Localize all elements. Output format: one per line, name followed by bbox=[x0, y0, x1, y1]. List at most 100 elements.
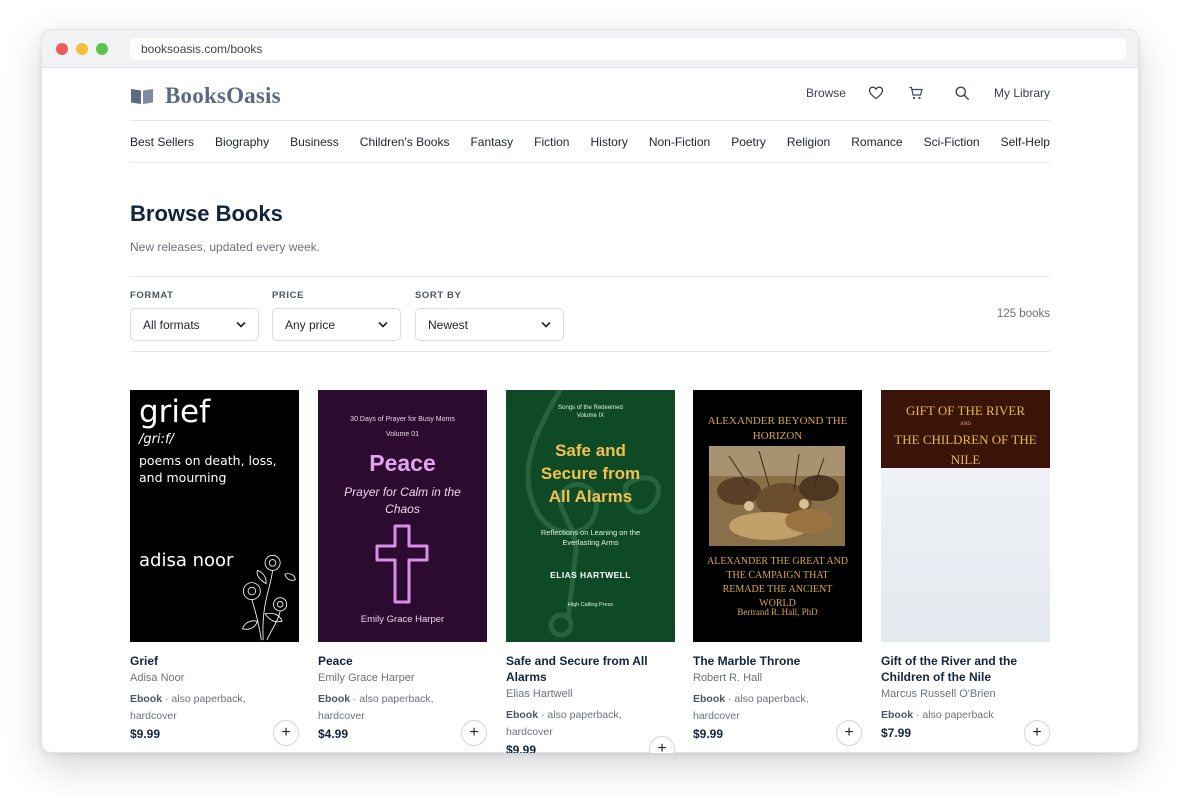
category-history[interactable]: History bbox=[590, 135, 627, 149]
brand-name: BooksOasis bbox=[165, 83, 281, 108]
battle-painting-image bbox=[709, 446, 845, 546]
price-filter: PRICE Any price bbox=[272, 290, 401, 341]
add-to-cart-button[interactable]: + bbox=[649, 736, 675, 753]
cover-author: Emily Grace Harper bbox=[360, 614, 445, 625]
maximize-window-button[interactable] bbox=[96, 43, 108, 55]
cart-icon[interactable] bbox=[908, 85, 924, 101]
sort-select-value: Newest bbox=[428, 317, 469, 332]
cover-title: Peace bbox=[369, 450, 436, 476]
cover-phonetic: /gri:f/ bbox=[139, 432, 174, 447]
book-title[interactable]: The Marble Throne bbox=[693, 653, 862, 669]
cover-title: Safe and Secure from All Alarms bbox=[540, 441, 641, 506]
category-poetry[interactable]: Poetry bbox=[731, 135, 766, 149]
search-icon[interactable] bbox=[954, 85, 970, 101]
chevron-down-icon bbox=[378, 321, 388, 328]
category-romance[interactable]: Romance bbox=[851, 135, 902, 149]
category-childrens-books[interactable]: Children's Books bbox=[360, 135, 450, 149]
format-filter-label: FORMAT bbox=[130, 290, 174, 301]
cover-and: AND bbox=[960, 422, 971, 427]
cover-author: Bertrand R. Hall, PhD bbox=[737, 607, 818, 617]
cover-subtitle: THE CHILDREN OF THE NILE bbox=[894, 432, 1037, 467]
book-format: Ebook · also paperback, hardcover bbox=[130, 691, 260, 725]
category-business[interactable]: Business bbox=[290, 135, 339, 149]
book-author[interactable]: Adisa Noor bbox=[130, 672, 299, 684]
cross-icon bbox=[375, 524, 429, 604]
book-card[interactable]: Songs of the Redeemed Volume IX Safe and… bbox=[506, 390, 675, 753]
book-card[interactable]: grief /gri:f/ poems on death, loss, and … bbox=[130, 390, 299, 746]
cover-title: ALEXANDER BEYOND THE HORIZON bbox=[707, 415, 848, 442]
book-title[interactable]: Gift of the River and the Children of th… bbox=[881, 653, 1050, 685]
book-title[interactable]: Peace bbox=[318, 653, 487, 669]
open-book-icon bbox=[131, 89, 153, 104]
cover-author: adisa noor bbox=[139, 550, 234, 571]
site-logo[interactable]: BooksOasis bbox=[130, 83, 281, 109]
cover-tagline: Reflections on Leaning on the Everlastin… bbox=[540, 528, 641, 547]
cover-subtitle: ALEXANDER THE GREAT AND THE CAMPAIGN THA… bbox=[707, 556, 849, 609]
chevron-down-icon bbox=[541, 321, 551, 328]
book-author[interactable]: Robert R. Hall bbox=[693, 672, 862, 684]
category-fiction[interactable]: Fiction bbox=[534, 135, 569, 149]
cover-publisher: High Calling Press bbox=[567, 602, 614, 608]
book-grid: grief /gri:f/ poems on death, loss, and … bbox=[130, 390, 1050, 753]
book-author[interactable]: Marcus Russell O'Brien bbox=[881, 688, 1050, 700]
heart-icon[interactable] bbox=[868, 85, 884, 101]
category-nav: Best Sellers Biography Business Children… bbox=[130, 121, 1050, 163]
format-primary: Ebook bbox=[693, 693, 726, 705]
book-card[interactable]: 30 Days of Prayer for Busy Moms Volume 0… bbox=[318, 390, 487, 746]
format-primary: Ebook bbox=[506, 709, 539, 721]
book-author[interactable]: Elias Hartwell bbox=[506, 688, 675, 700]
add-to-cart-button[interactable]: + bbox=[836, 720, 862, 746]
filter-bar: FORMAT All formats PRICE Any price SORT … bbox=[130, 276, 1050, 352]
category-religion[interactable]: Religion bbox=[787, 135, 830, 149]
cover-series: 30 Days of Prayer for Busy Moms bbox=[350, 416, 455, 423]
book-format: Ebook · also paperback bbox=[881, 707, 1011, 724]
format-select[interactable]: All formats bbox=[130, 308, 259, 341]
cover-volume: Volume IX bbox=[576, 413, 605, 419]
category-biography[interactable]: Biography bbox=[215, 135, 269, 149]
address-bar[interactable]: booksoasis.com/books bbox=[130, 38, 1126, 60]
browser-titlebar: booksoasis.com/books bbox=[42, 30, 1138, 68]
book-format: Ebook · also paperback, hardcover bbox=[318, 691, 448, 725]
category-best-sellers[interactable]: Best Sellers bbox=[130, 135, 194, 149]
category-fantasy[interactable]: Fantasy bbox=[470, 135, 513, 149]
add-to-cart-button[interactable]: + bbox=[273, 720, 299, 746]
category-self-help[interactable]: Self-Help bbox=[1001, 135, 1050, 149]
add-to-cart-button[interactable]: + bbox=[461, 720, 487, 746]
format-also: · also paperback bbox=[913, 709, 994, 721]
page-subtitle: New releases, updated every week. bbox=[130, 240, 321, 254]
format-select-value: All formats bbox=[143, 317, 200, 332]
browse-link[interactable]: Browse bbox=[806, 86, 846, 100]
category-sci-fiction[interactable]: Sci-Fiction bbox=[924, 135, 980, 149]
book-format: Ebook · also paperback, hardcover bbox=[693, 691, 823, 725]
add-to-cart-button[interactable]: + bbox=[1024, 720, 1050, 746]
book-format: Ebook · also paperback, hardcover bbox=[506, 707, 636, 741]
category-non-fiction[interactable]: Non-Fiction bbox=[649, 135, 710, 149]
book-card[interactable]: GIFT OF THE RIVER AND THE CHILDREN OF TH… bbox=[881, 390, 1050, 746]
book-cover[interactable]: ALEXANDER BEYOND THE HORIZON ALEXANDER T… bbox=[693, 390, 862, 642]
cover-tagline: Prayer for Calm in the Chaos bbox=[344, 485, 461, 516]
book-title[interactable]: Safe and Secure from All Alarms bbox=[506, 653, 675, 685]
price-select[interactable]: Any price bbox=[272, 308, 401, 341]
book-title[interactable]: Grief bbox=[130, 653, 299, 669]
cover-author: ELIAS HARTWELL bbox=[550, 570, 631, 580]
sort-filter-label: SORT BY bbox=[415, 290, 462, 301]
chevron-down-icon bbox=[236, 321, 246, 328]
book-cover[interactable]: GIFT OF THE RIVER AND THE CHILDREN OF TH… bbox=[881, 390, 1050, 642]
sort-filter: SORT BY Newest bbox=[415, 290, 564, 341]
format-filter: FORMAT All formats bbox=[130, 290, 259, 341]
book-cover[interactable]: Songs of the Redeemed Volume IX Safe and… bbox=[506, 390, 675, 642]
minimize-window-button[interactable] bbox=[76, 43, 88, 55]
book-cover[interactable]: grief /gri:f/ poems on death, loss, and … bbox=[130, 390, 299, 642]
book-author[interactable]: Emily Grace Harper bbox=[318, 672, 487, 684]
my-library-link[interactable]: My Library bbox=[994, 86, 1050, 100]
close-window-button[interactable] bbox=[56, 43, 68, 55]
flower-illustration-icon bbox=[241, 554, 296, 641]
cover-series: Songs of the Redeemed bbox=[558, 405, 623, 411]
result-count: 125 books bbox=[996, 308, 1050, 320]
page-title: Browse Books bbox=[130, 201, 283, 226]
book-card[interactable]: ALEXANDER BEYOND THE HORIZON ALEXANDER T… bbox=[693, 390, 862, 746]
sort-select[interactable]: Newest bbox=[415, 308, 564, 341]
cover-title: grief bbox=[139, 394, 211, 430]
cover-tagline: poems on death, loss, and mourning bbox=[139, 453, 277, 485]
book-cover[interactable]: 30 Days of Prayer for Busy Moms Volume 0… bbox=[318, 390, 487, 642]
